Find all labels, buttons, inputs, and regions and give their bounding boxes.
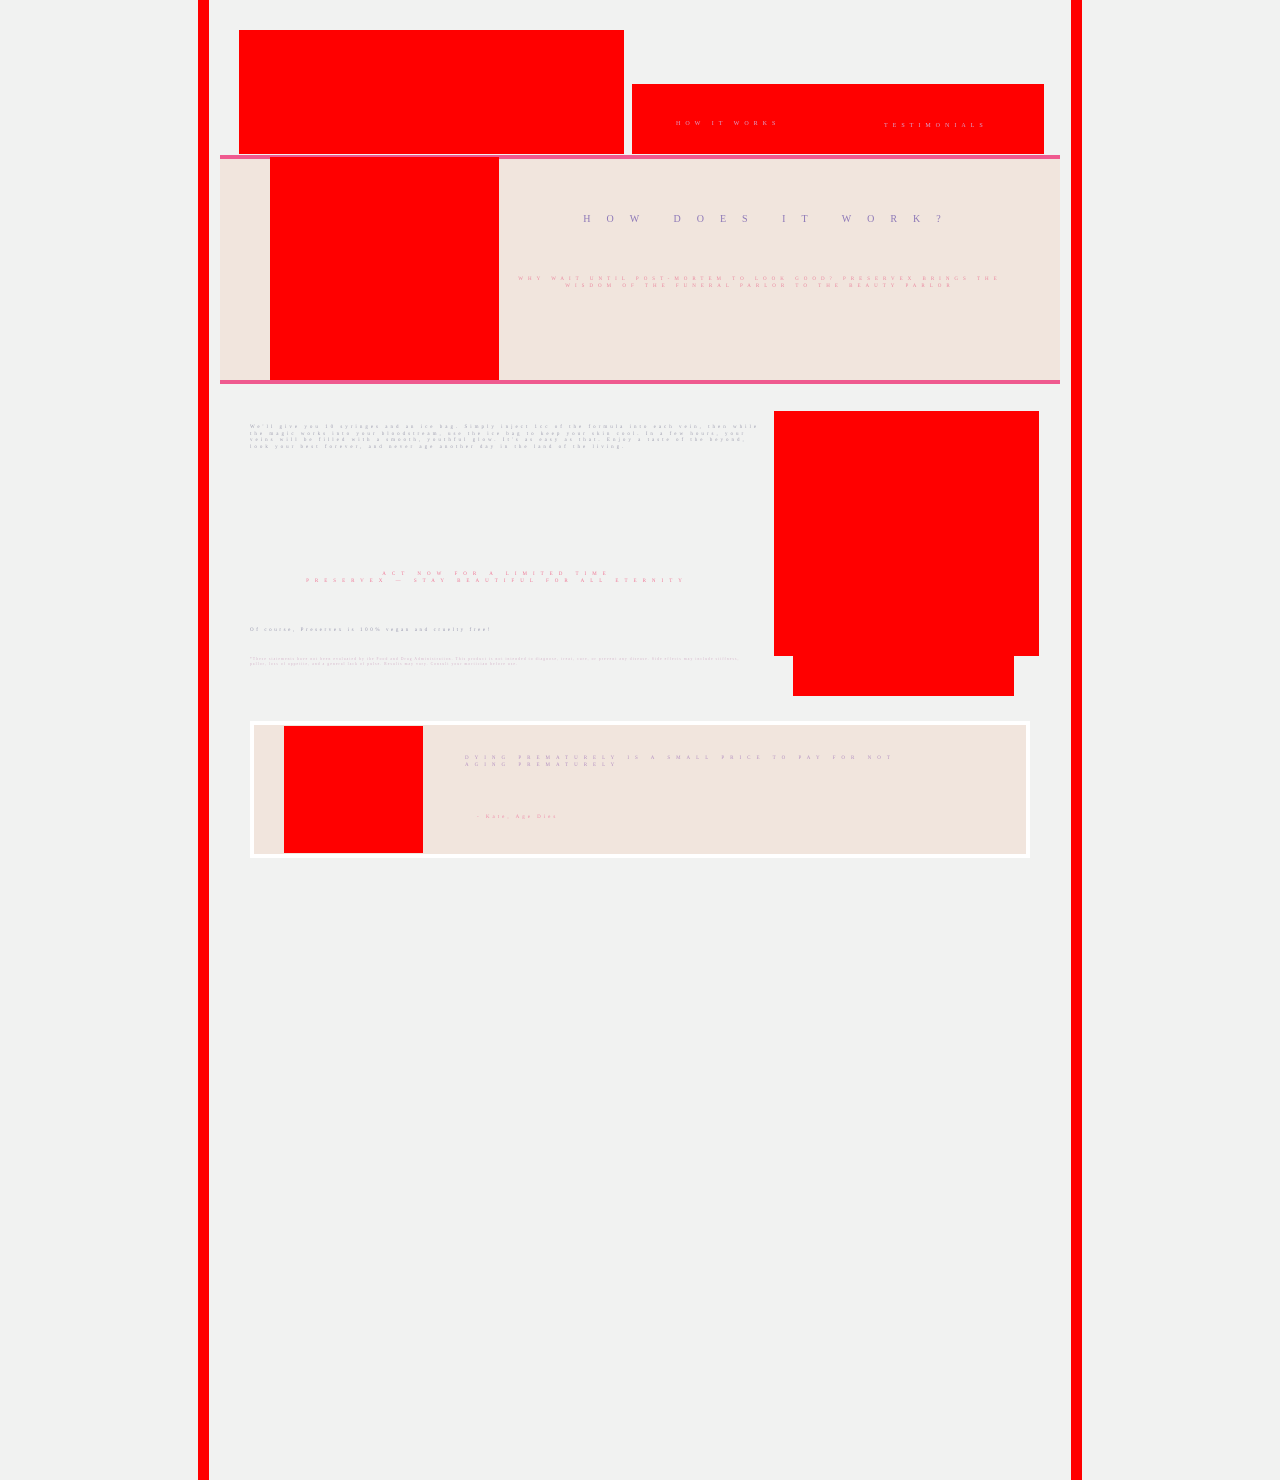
product-image bbox=[774, 411, 1039, 656]
product-description: We'll give you 10 syringes and an ice ba… bbox=[250, 425, 760, 450]
hero-text: WHY WAIT UNTIL POST-MORTEM TO LOOK GOOD?… bbox=[518, 277, 1002, 289]
right-border-rail bbox=[1071, 0, 1082, 1480]
vegan-statement: Of course, Preservex is 100% vegan and c… bbox=[250, 628, 492, 633]
slogan-line-top: ACT NOW FOR A LIMITED TIME bbox=[382, 572, 612, 577]
navigation-bar: HOW IT WORKS TESTIMONIALS bbox=[632, 84, 1044, 154]
hero-image bbox=[270, 157, 499, 380]
nav-link-testimonials[interactable]: TESTIMONIALS bbox=[884, 123, 988, 129]
testimonial-author: - Kate, Age Dies bbox=[477, 815, 559, 820]
logo-image[interactable] bbox=[239, 30, 624, 154]
fine-print: *These statements have not been evaluate… bbox=[250, 657, 740, 666]
nav-link-how-it-works[interactable]: HOW IT WORKS bbox=[676, 121, 780, 127]
slogan-line-bottom: PRESERVEX — STAY BEAUTIFUL FOR ALL ETERN… bbox=[306, 579, 688, 584]
testimonial-quote: DYING PREMATURELY IS A SMALL PRICE TO PA… bbox=[465, 756, 896, 768]
testimonial-photo bbox=[284, 726, 423, 853]
left-border-rail bbox=[198, 0, 209, 1480]
product-image-caption-block bbox=[793, 656, 1014, 696]
slogan: ACT NOW FOR A LIMITED TIME PRESERVEX — S… bbox=[262, 571, 732, 585]
hero-heading: HOW DOES IT WORK? bbox=[583, 214, 957, 225]
